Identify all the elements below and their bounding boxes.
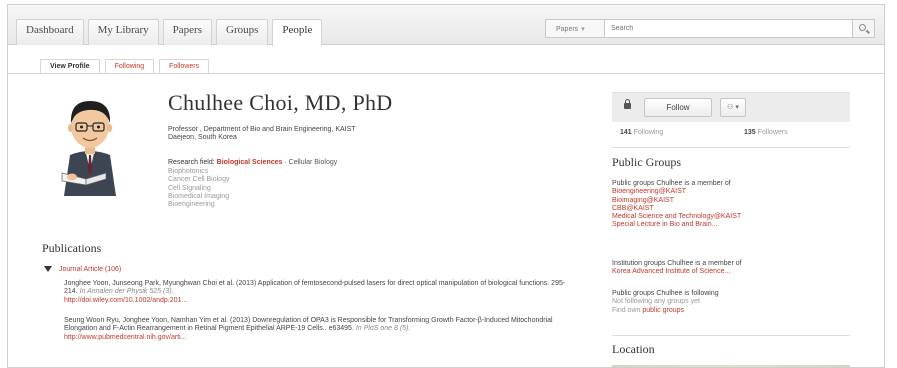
public-groups-heading: Public Groups	[612, 155, 681, 169]
triangle-down-icon	[44, 266, 52, 272]
research-field-label: Research field:	[168, 159, 215, 166]
group-link[interactable]: Medical Science and Technology@KAIST	[612, 213, 852, 221]
research-subfield: · Cellular Biology	[284, 159, 338, 166]
profile-subtabs: View Profile Following Followers	[40, 59, 214, 73]
group-link[interactable]: Special Lecture in Bio and Brain...	[612, 221, 852, 229]
find-groups-prefix: Find own	[612, 306, 641, 314]
profile-name: Chulhee Choi, MD, PhD	[168, 90, 393, 115]
institution-link[interactable]: Korea Advanced Institute of Science...	[612, 268, 852, 276]
position-location: Daejeon, South Korea	[168, 134, 237, 141]
publication-venue: In PloS one 8 (5).	[355, 325, 411, 333]
position-title: Professor , Department of Bio and Brain …	[168, 126, 356, 133]
following-count: 141	[620, 129, 632, 136]
person-menu-button[interactable]: ⚇ ▾	[720, 98, 746, 117]
followed-groups-intro: Public groups Chulhee is following	[612, 290, 719, 297]
group-link[interactable]: Bioimaging@KAIST	[612, 197, 852, 205]
find-public-groups-link[interactable]: public groups	[642, 307, 684, 314]
find-groups-text: Find own public groups	[612, 307, 852, 315]
follow-panel: Follow ⚇ ▾	[612, 92, 850, 122]
followers-count: 135	[744, 129, 756, 136]
tab-dashboard[interactable]: Dashboard	[16, 19, 84, 45]
publication-citation[interactable]: Seung Woon Ryu, Jonghee Yoon, Namhan Yim…	[64, 317, 553, 332]
search-icon	[859, 24, 866, 31]
lock-icon	[624, 99, 631, 109]
group-link[interactable]: CBB@KAIST	[612, 205, 852, 213]
research-field-link[interactable]: Biological Sciences	[217, 159, 283, 166]
following-label: Following	[633, 129, 664, 136]
subtab-view-profile[interactable]: View Profile	[40, 59, 100, 73]
publication-link[interactable]: http://doi.wiley.com/10.1002/andp.201...	[64, 297, 187, 304]
followed-groups: Public groups Chulhee is following Not f…	[612, 290, 852, 315]
publication-link[interactable]: http://www.pubmedcentral.nih.gov/arti...	[64, 334, 187, 341]
discipline-list: Biophotonics Cancer Cell Biology Cell Si…	[168, 168, 229, 209]
followed-groups-empty: Not following any groups yet	[612, 298, 700, 306]
divider	[612, 147, 850, 148]
discipline-item: Bioengineering	[168, 201, 215, 209]
publication-venue: In Annalen der Physik 525 (3).	[79, 288, 174, 296]
followers-label: Followers	[757, 129, 788, 136]
group-link[interactable]: Bioengineering@KAIST	[612, 188, 852, 196]
followers-count-link[interactable]: 135 Followers	[744, 129, 788, 136]
search-scope-label: Papers	[556, 26, 579, 33]
discipline-item: Cancer Cell Biology	[168, 176, 230, 184]
publication-section-toggle[interactable]: Journal Article (106)	[44, 266, 121, 273]
member-groups-intro: Public groups Chulhee is a member of	[612, 180, 731, 187]
discipline-item: Cell Signaling	[168, 184, 211, 192]
avatar	[61, 101, 116, 196]
app-frame: Dashboard My Library Papers Groups Peopl…	[7, 4, 885, 368]
subtab-divider	[8, 73, 884, 74]
institution-groups-intro: Institution groups Chulhee is a member o…	[612, 260, 742, 267]
search-scope-dropdown[interactable]: Papers ▾	[545, 19, 605, 38]
main-tabs: Dashboard My Library Papers Groups Peopl…	[16, 19, 326, 46]
follow-counts: 141 Following 135 Followers	[620, 129, 850, 136]
following-count-link[interactable]: 141 Following	[620, 129, 663, 136]
chevron-down-icon: ▾	[581, 26, 585, 33]
tab-papers[interactable]: Papers	[162, 19, 212, 45]
divider	[612, 335, 850, 336]
search-button[interactable]	[853, 19, 875, 38]
publication-item: Jonghee Yoon, Junseong Park, Myunghwan C…	[64, 280, 574, 305]
research-field: Research field: Biological Sciences · Ce…	[168, 159, 337, 166]
publication-section-label: Journal Article (106)	[59, 266, 122, 273]
subtab-followers[interactable]: Followers	[159, 59, 210, 73]
top-navigation: Dashboard My Library Papers Groups Peopl…	[8, 5, 884, 46]
tab-my-library[interactable]: My Library	[87, 19, 159, 45]
discipline-item: Biomedical Imaging	[168, 192, 230, 200]
tab-people[interactable]: People	[272, 19, 323, 46]
search-bar: Papers ▾	[545, 19, 875, 38]
follow-button[interactable]: Follow	[644, 98, 712, 117]
discipline-item: Biophotonics	[168, 168, 209, 175]
location-heading: Location	[612, 342, 655, 356]
publication-item: Seung Woon Ryu, Jonghee Yoon, Namhan Yim…	[64, 317, 574, 342]
publications-heading: Publications	[42, 241, 102, 255]
member-groups: Public groups Chulhee is a member of Bio…	[612, 180, 852, 230]
institution-groups: Institution groups Chulhee is a member o…	[612, 260, 852, 277]
subtab-following[interactable]: Following	[104, 59, 155, 73]
profile-position: Professor , Department of Bio and Brain …	[168, 126, 468, 142]
search-input[interactable]	[605, 19, 853, 38]
tab-groups[interactable]: Groups	[216, 19, 269, 45]
